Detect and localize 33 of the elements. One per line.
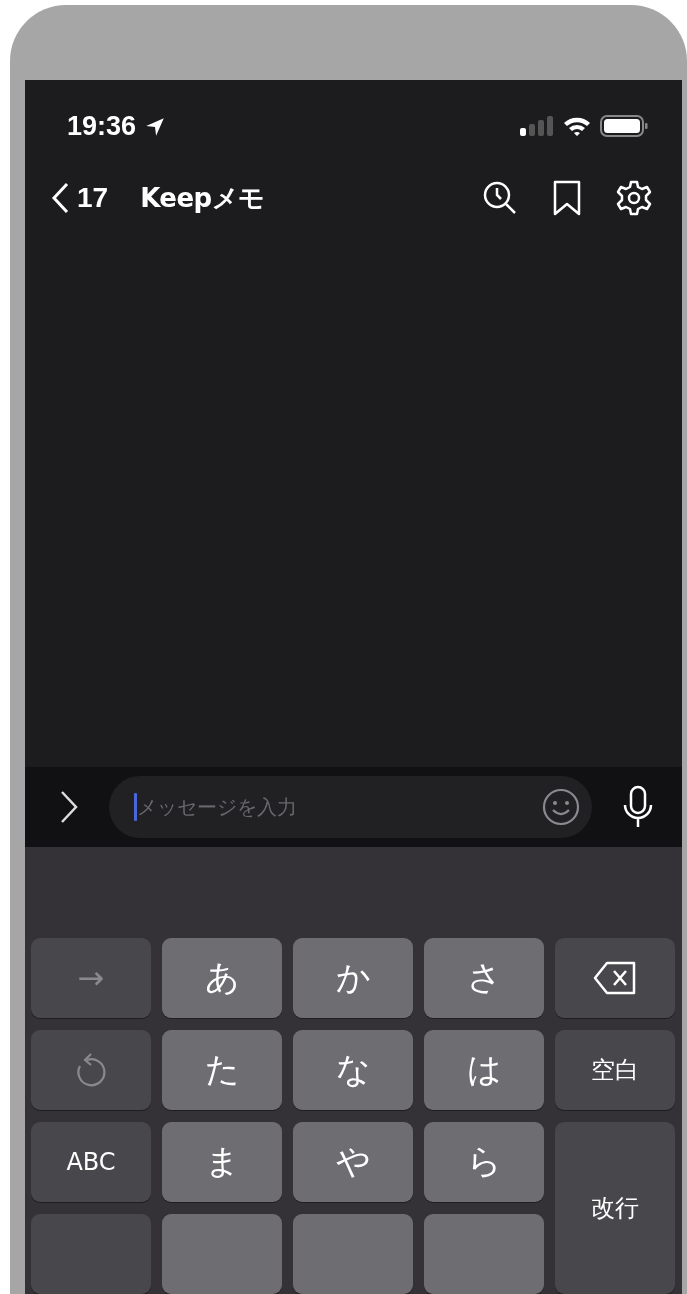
message-input[interactable]: メッセージを入力: [137, 794, 542, 819]
status-time: 19:36: [67, 110, 137, 142]
chevron-left-icon: [51, 182, 69, 214]
settings-icon[interactable]: [616, 180, 652, 216]
chat-title: Keepメモ: [140, 181, 265, 215]
backspace-icon: [593, 961, 637, 995]
keyboard-key[interactable]: あ: [162, 938, 282, 1018]
return-key[interactable]: 改行: [555, 1122, 675, 1294]
keyboard-key[interactable]: な: [293, 1030, 413, 1110]
wifi-icon: [562, 115, 592, 138]
backspace-key[interactable]: [555, 938, 675, 1018]
battery-icon: [600, 115, 648, 138]
smiley-icon[interactable]: [542, 787, 580, 826]
keyboard-key[interactable]: た: [162, 1030, 282, 1110]
chevron-right-icon[interactable]: [59, 789, 79, 824]
back-button[interactable]: 17: [51, 182, 109, 214]
keyboard-key[interactable]: や: [293, 1122, 413, 1202]
keyboard-key[interactable]: は: [424, 1030, 544, 1110]
signal-icon: [520, 116, 554, 137]
bookmark-icon[interactable]: [552, 180, 582, 216]
history-search-icon[interactable]: [482, 180, 518, 216]
keyboard-key[interactable]: ら: [424, 1122, 544, 1202]
text-cursor: [134, 792, 137, 821]
back-count: 17: [77, 182, 109, 214]
keyboard-key[interactable]: →: [31, 938, 151, 1018]
keyboard-key[interactable]: か: [293, 938, 413, 1018]
undo-icon: [75, 1052, 107, 1088]
keyboard-key[interactable]: ABC: [31, 1122, 151, 1202]
keyboard-key[interactable]: ま: [162, 1122, 282, 1202]
keyboard-key[interactable]: 空白: [555, 1030, 675, 1110]
keyboard-key[interactable]: さ: [424, 938, 544, 1018]
microphone-icon[interactable]: [622, 784, 654, 829]
message-field[interactable]: メッセージを入力: [109, 775, 592, 838]
